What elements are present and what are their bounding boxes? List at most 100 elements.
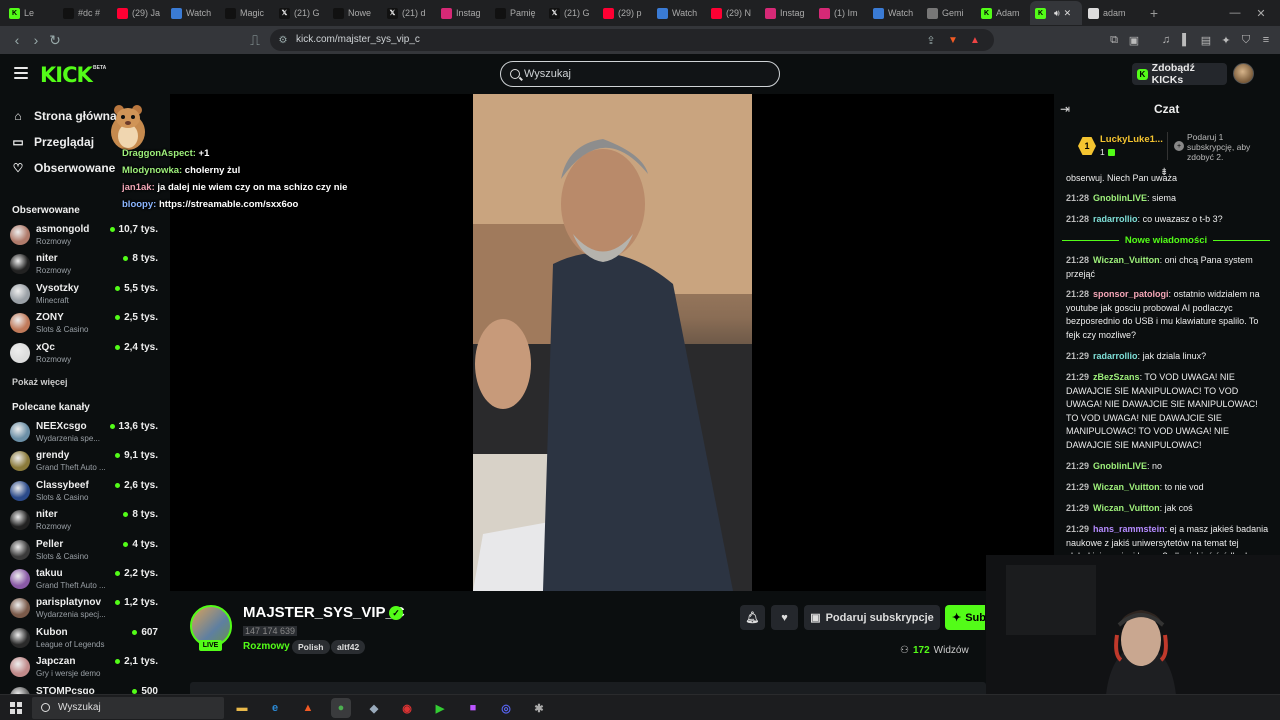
browser-tab[interactable]: Watch: [652, 1, 705, 25]
discord-icon[interactable]: ◎: [496, 698, 516, 718]
forward-icon[interactable]: ›: [27, 31, 45, 49]
channel-item[interactable]: ZONY Slots & Casino 2,5 tys.: [10, 309, 160, 337]
search-input[interactable]: Wyszukaj: [500, 61, 780, 87]
channel-item[interactable]: niter Rozmowy 8 tys.: [10, 250, 160, 278]
play-icon[interactable]: ▶: [430, 698, 450, 718]
sidebar-icon[interactable]: ▌: [1178, 32, 1194, 48]
bookmark-icon[interactable]: ⎍: [246, 31, 264, 49]
chat-username[interactable]: radarrollio: [1093, 351, 1138, 361]
nav-browse[interactable]: ▭ Przeglądaj: [12, 132, 94, 152]
channel-item[interactable]: takuu Grand Theft Auto ... 2,2 tys.: [10, 565, 160, 593]
brave-shield-icon[interactable]: ▼: [944, 31, 962, 49]
channel-item[interactable]: Peller Slots & Casino 4 tys.: [10, 536, 160, 564]
browser-tab[interactable]: (29) N: [706, 1, 759, 25]
browser-tab[interactable]: Watch: [166, 1, 219, 25]
screenshot-icon[interactable]: ▣: [1126, 32, 1142, 48]
new-tab-icon[interactable]: +: [1142, 5, 1166, 21]
stream-app-icon[interactable]: ■: [463, 698, 483, 718]
tool-icon[interactable]: ✱: [529, 698, 549, 718]
nav-following[interactable]: ♡ Obserwowane: [12, 158, 116, 178]
share-icon[interactable]: ⇪: [922, 31, 940, 49]
notification-bell-button[interactable]: 🔔︎: [740, 605, 765, 630]
brave-icon[interactable]: ▲: [298, 698, 318, 718]
nav-home[interactable]: ⌂ Strona główna: [12, 106, 116, 126]
chat-username[interactable]: Wiczan_Vuitton: [1093, 255, 1160, 265]
collapse-chat-icon[interactable]: ⇥: [1060, 102, 1070, 116]
channel-item[interactable]: Japczan Gry i wersje demo 2,1 tys.: [10, 653, 160, 681]
follow-button[interactable]: ♥: [771, 605, 798, 630]
video-frame[interactable]: [473, 94, 752, 591]
vpn-icon[interactable]: ⛉: [1238, 32, 1254, 48]
channel-item[interactable]: STOMPcsgo 500: [10, 683, 160, 694]
url-bar[interactable]: ⚙ kick.com/majster_sys_vip_c ⇪ ▼ ▲: [270, 29, 994, 51]
browser-tab[interactable]: #dc #: [58, 1, 111, 25]
channel-item[interactable]: Kubon League of Legends 607: [10, 624, 160, 652]
taskbar-search[interactable]: Wyszukaj: [32, 697, 224, 719]
menu-icon[interactable]: ≡: [1258, 32, 1274, 48]
browser-tab[interactable]: 𝕏 (21) d: [382, 1, 435, 25]
browser-tab[interactable]: (29) p: [598, 1, 651, 25]
browser-tab[interactable]: adam: [1083, 1, 1141, 25]
edge-icon[interactable]: e: [265, 698, 285, 718]
browser-tab[interactable]: 𝕏 (21) G: [544, 1, 597, 25]
back-icon[interactable]: ‹: [8, 31, 26, 49]
reload-icon[interactable]: ↻: [46, 31, 64, 49]
chat-username[interactable]: GnoblinLIVE: [1093, 461, 1147, 471]
subscribe-button[interactable]: ✦ Subskrybuj: [945, 605, 985, 630]
browser-tab[interactable]: K 🔊︎ ✕: [1030, 1, 1082, 25]
chat-username[interactable]: Wiczan_Vuitton: [1093, 503, 1160, 513]
browser-tab[interactable]: Nowe: [328, 1, 381, 25]
chat-username[interactable]: hans_rammstein: [1093, 524, 1165, 534]
browser-tab[interactable]: Magic: [220, 1, 273, 25]
channel-item[interactable]: asmongold Rozmowy 10,7 tys.: [10, 221, 160, 249]
windows-start-icon[interactable]: [10, 702, 22, 714]
app-icon[interactable]: ◆: [364, 698, 384, 718]
kick-logo[interactable]: KICK: [40, 63, 93, 87]
capture-icon[interactable]: ◉: [397, 698, 417, 718]
close-window-icon[interactable]: ✕: [1246, 0, 1276, 26]
channel-item[interactable]: niter Rozmowy 8 tys.: [10, 506, 160, 534]
browser-tab[interactable]: (29) Ja: [112, 1, 165, 25]
chat-username[interactable]: radarrollio: [1093, 214, 1138, 224]
tag-altf42[interactable]: altf42: [331, 640, 366, 654]
browser-tab[interactable]: Instag: [760, 1, 813, 25]
stream-category[interactable]: Rozmowy: [243, 641, 290, 652]
streamer-name[interactable]: MAJSTER_SYS_VIP_C: [243, 604, 405, 621]
channel-item[interactable]: NEEXcsgo Wydarzenia spe... 13,6 tys.: [10, 418, 160, 446]
user-avatar[interactable]: [1233, 63, 1254, 84]
chat-username[interactable]: sponsor_patologi: [1093, 289, 1169, 299]
browser-tab[interactable]: Pamię: [490, 1, 543, 25]
chat-username[interactable]: GnoblinLIVE: [1093, 193, 1147, 203]
chrome-icon[interactable]: ●: [331, 698, 351, 718]
browser-tab[interactable]: K Le: [4, 1, 57, 25]
browser-tab[interactable]: (1) Im: [814, 1, 867, 25]
file-explorer-icon[interactable]: ▬: [232, 698, 252, 718]
rewards-icon[interactable]: ▲: [966, 31, 984, 49]
leo-icon[interactable]: ✦: [1218, 32, 1234, 48]
chat-username[interactable]: zBezSzans: [1093, 372, 1140, 382]
channel-item[interactable]: Classybeef Slots & Casino 2,6 tys.: [10, 477, 160, 505]
scroll-to-bottom-icon[interactable]: ⇟: [1160, 167, 1168, 178]
browser-tab[interactable]: 𝕏 (21) G: [274, 1, 327, 25]
browser-tab[interactable]: Gemi: [922, 1, 975, 25]
tab-close-icon[interactable]: ✕: [1064, 8, 1072, 19]
browser-tab[interactable]: Watch: [868, 1, 921, 25]
get-kicks-button[interactable]: K Zdobądź KICKs: [1132, 62, 1227, 86]
channel-item[interactable]: parisplatynov Wydarzenia specj... 1,2 tys.: [10, 594, 160, 622]
browser-tab[interactable]: Instag: [436, 1, 489, 25]
tag-polish[interactable]: Polish: [292, 640, 330, 654]
site-info-icon[interactable]: ⚙: [274, 31, 292, 49]
hamburger-icon[interactable]: [14, 67, 28, 79]
show-more-link[interactable]: Pokaż więcej: [12, 377, 68, 387]
browser-tab[interactable]: K Adam: [976, 1, 1029, 25]
channel-item[interactable]: Vysotzky Minecraft 5,5 tys.: [10, 280, 160, 308]
top-gifter-name[interactable]: LuckyLuke1...: [1100, 134, 1163, 145]
channel-item[interactable]: xQc Rozmowy 2,4 tys.: [10, 339, 160, 367]
audio-icon[interactable]: 🔊︎: [1054, 8, 1060, 19]
channel-item[interactable]: grendy Grand Theft Auto ... 9,1 tys.: [10, 447, 160, 475]
gift-sub-button[interactable]: ▣ Podaruj subskrypcje: [804, 605, 940, 630]
music-icon[interactable]: ♫: [1158, 32, 1174, 48]
chat-username[interactable]: Wiczan_Vuitton: [1093, 482, 1160, 492]
extensions-icon[interactable]: ⧉: [1106, 32, 1122, 48]
wallet-icon[interactable]: ▤: [1198, 32, 1214, 48]
